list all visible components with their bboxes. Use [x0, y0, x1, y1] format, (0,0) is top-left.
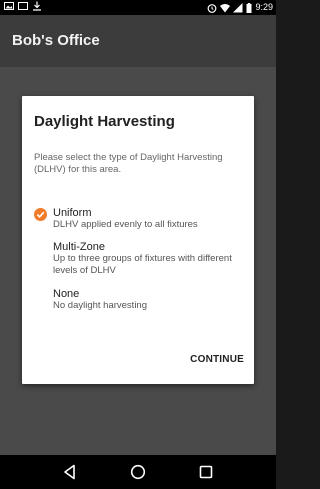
- continue-button[interactable]: CONTINUE: [190, 354, 244, 365]
- dialog-message: Please select the type of Daylight Harve…: [34, 152, 223, 175]
- dialog-title: Daylight Harvesting: [34, 113, 175, 130]
- option-description: No daylight harvesting: [53, 300, 147, 311]
- option-description: DLHV applied evenly to all fixtures: [53, 219, 198, 230]
- download-icon: [33, 1, 41, 11]
- app-bar: Bob's Office: [0, 15, 276, 67]
- home-icon[interactable]: [129, 463, 147, 481]
- alarm-icon: [208, 3, 217, 13]
- back-icon[interactable]: [61, 463, 79, 481]
- page-title: Bob's Office: [12, 32, 100, 49]
- option-description: Up to three groups of fixtures with diff…: [53, 253, 232, 276]
- option-label: Multi-Zone: [53, 241, 105, 253]
- recents-icon[interactable]: [197, 463, 215, 481]
- nav-bar: [0, 455, 276, 489]
- signal-icon: [233, 2, 243, 12]
- wifi-icon: [220, 3, 231, 12]
- option-label: None: [53, 288, 80, 300]
- daylight-harvesting-dialog: Daylight Harvesting Please select the ty…: [22, 96, 254, 384]
- battery-icon: [246, 2, 252, 13]
- status-bar: 9:29: [0, 0, 276, 15]
- screen-icon: [18, 2, 28, 10]
- check-icon: [34, 208, 47, 221]
- image-icon: [4, 2, 14, 10]
- option-label: Uniform: [53, 207, 92, 219]
- status-time: 9:29: [255, 2, 273, 12]
